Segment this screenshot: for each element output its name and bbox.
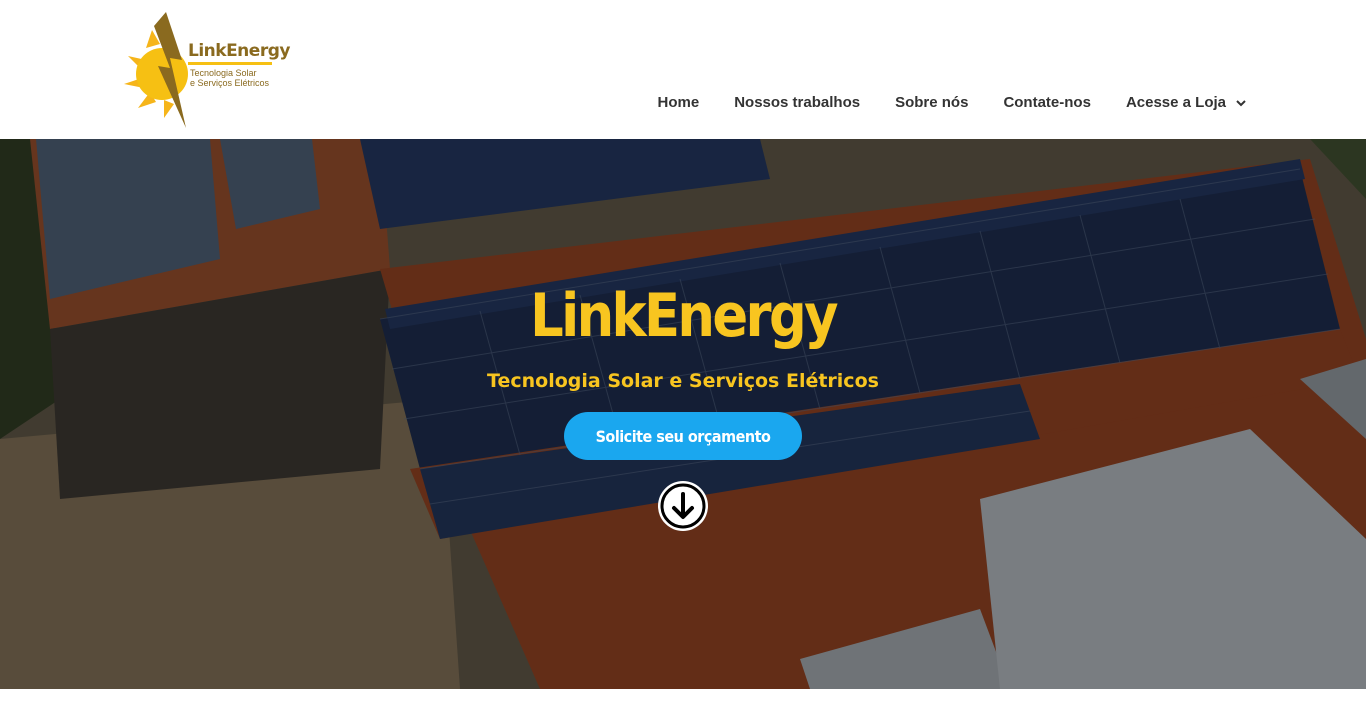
- site-header: LinkEnergy Tecnologia Solar e Serviços E…: [0, 0, 1366, 139]
- main-nav: Home Nossos trabalhos Sobre nós Contate-…: [623, 94, 1246, 111]
- logo-wordmark: LinkEnergy: [188, 41, 290, 61]
- nav-acesse-a-loja-label: Acesse a Loja: [1125, 94, 1226, 111]
- brand-logo[interactable]: LinkEnergy Tecnologia Solar e Serviços E…: [120, 8, 290, 130]
- arrow-down-icon: [660, 483, 706, 529]
- logo-underline: [188, 62, 272, 65]
- logo-tagline-line1: Tecnologia Solar: [190, 68, 257, 78]
- hero-section: LinkEnergy Tecnologia Solar e Serviços E…: [0, 139, 1366, 689]
- nav-home[interactable]: Home: [658, 94, 700, 111]
- nav-acesse-a-loja[interactable]: Acesse a Loja: [1126, 94, 1246, 111]
- nav-sobre-nos[interactable]: Sobre nós: [895, 94, 968, 111]
- logo-tagline-line2: e Serviços Elétricos: [190, 78, 270, 88]
- hero-subtitle: Tecnologia Solar e Serviços Elétricos: [487, 370, 879, 392]
- nav-contate-nos[interactable]: Contate-nos: [1003, 94, 1091, 111]
- scroll-down-button[interactable]: [658, 481, 708, 531]
- chevron-down-icon: [1236, 99, 1246, 106]
- nav-nossos-trabalhos[interactable]: Nossos trabalhos: [734, 94, 860, 111]
- page-below-hero: [0, 689, 1366, 720]
- request-quote-button[interactable]: Solicite seu orçamento: [564, 412, 802, 460]
- hero-title: LinkEnergy: [530, 281, 838, 351]
